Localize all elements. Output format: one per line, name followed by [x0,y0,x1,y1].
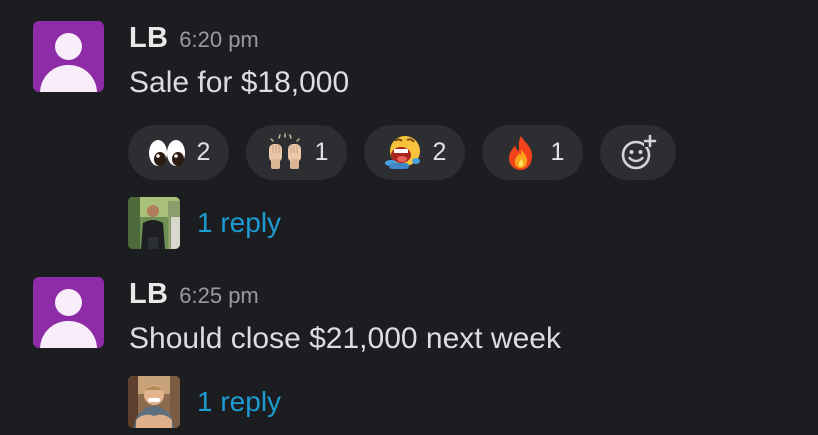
reaction-count: 2 [196,138,211,166]
fire-icon [508,135,532,170]
message-text: Sale for $18,000 [129,66,350,99]
author-name[interactable]: LB [129,278,168,311]
eyes-icon [148,139,185,166]
add-reaction-button[interactable] [600,125,676,180]
user-avatar[interactable] [33,21,104,92]
author-name[interactable]: LB [129,22,168,55]
avatar-head-shape [55,289,82,316]
avatar-head-shape [55,33,82,60]
reaction-eyes[interactable]: 2 [128,125,229,180]
replier-avatar[interactable] [128,376,180,428]
add-reaction-icon [621,134,657,169]
raised-hands-icon [268,132,301,169]
reaction-count: 1 [314,138,329,166]
reaction-fire[interactable]: 1 [482,125,583,180]
timestamp[interactable]: 6:25 pm [179,283,259,309]
reaction-count: 1 [550,138,565,166]
reactions-bar: 2 1 2 1 [128,125,676,180]
laughing-face-icon [384,135,420,169]
avatar-body-shape [40,65,97,92]
message-header: LB 6:20 pm [129,22,259,58]
reply-count-link[interactable]: 1 reply [197,386,281,418]
reply-count-link[interactable]: 1 reply [197,207,281,239]
thread-replies[interactable]: 1 reply [128,197,281,249]
thread-replies[interactable]: 1 reply [128,376,281,428]
user-avatar[interactable] [33,277,104,348]
timestamp[interactable]: 6:20 pm [179,27,259,53]
reaction-raised-hands[interactable]: 1 [246,125,347,180]
reaction-laughing[interactable]: 2 [364,125,465,180]
message-text: Should close $21,000 next week [129,322,561,355]
avatar-body-shape [40,321,97,348]
replier-avatar[interactable] [128,197,180,249]
message-header: LB 6:25 pm [129,278,259,314]
reaction-count: 2 [432,138,447,166]
